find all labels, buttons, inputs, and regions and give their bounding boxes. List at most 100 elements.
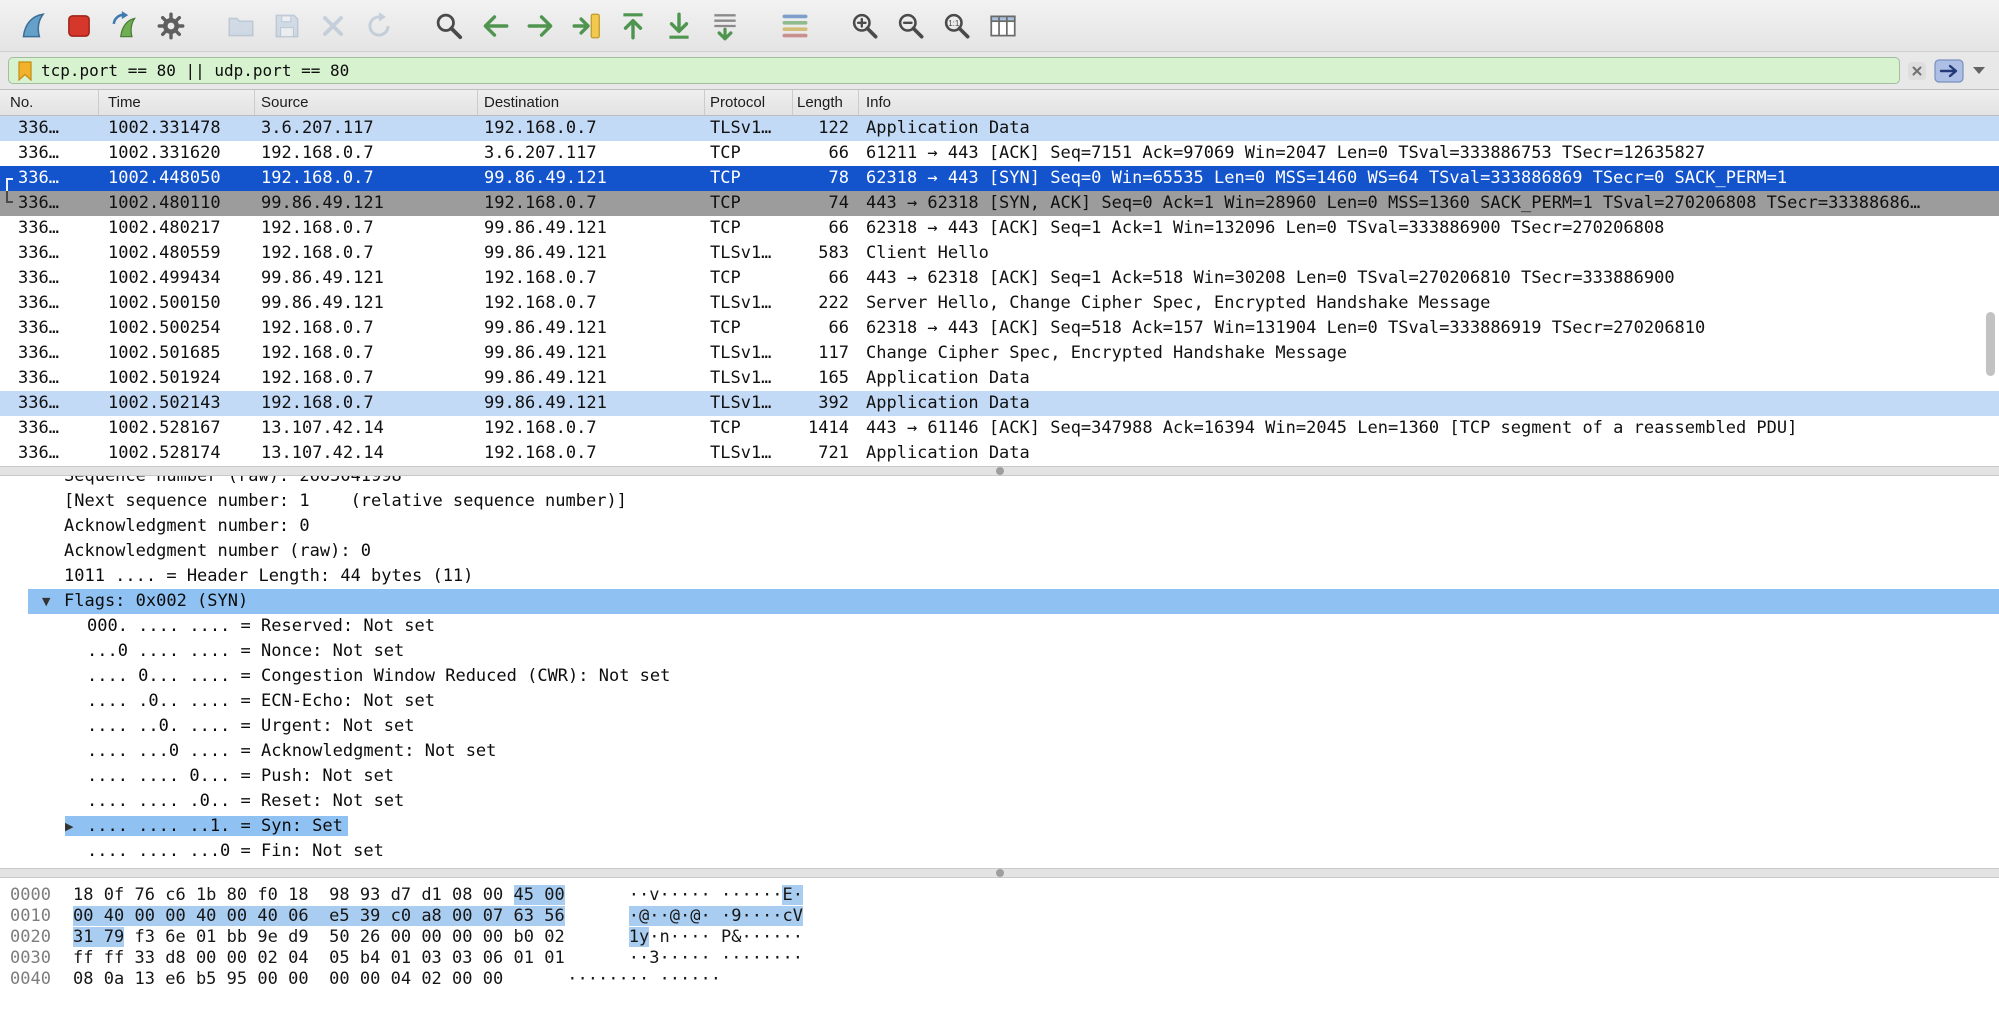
go-to-top-button[interactable]: [610, 3, 656, 49]
destination-cell: 99.86.49.121: [478, 166, 705, 191]
detail-line[interactable]: ...0 .... .... = Nonce: Not set: [28, 639, 1999, 664]
packet-row[interactable]: 336…1002.49943499.86.49.121192.168.0.7TC…: [0, 266, 1999, 291]
zoom-out-button[interactable]: [888, 3, 934, 49]
packet-row[interactable]: 336…1002.331620192.168.0.73.6.207.117TCP…: [0, 141, 1999, 166]
hex-row[interactable]: 000018 0f 76 c6 1b 80 f0 18 98 93 d7 d1 …: [0, 885, 1999, 906]
zoom-reset-button[interactable]: 1:1: [934, 3, 980, 49]
restart-capture-button[interactable]: [102, 3, 148, 49]
find-packet-button[interactable]: [426, 3, 472, 49]
detail-line[interactable]: .... 0... .... = Congestion Window Reduc…: [28, 664, 1999, 689]
expand-icon[interactable]: ▶: [65, 814, 87, 839]
detail-text: .... 0... .... = Congestion Window Reduc…: [87, 666, 670, 686]
detail-text: .... .... .0.. = Reset: Not set: [87, 791, 404, 811]
detail-line[interactable]: .... ..0. .... = Urgent: Not set: [28, 714, 1999, 739]
save-file-icon: [271, 10, 303, 42]
length-cell: 122: [793, 116, 859, 141]
detail-line[interactable]: Acknowledgment number (raw): 0: [28, 539, 1999, 564]
packet-list-scrollbar[interactable]: [1986, 312, 1995, 376]
go-to-top-icon: [617, 10, 649, 42]
go-back-button[interactable]: [472, 3, 518, 49]
protocol-cell: TCP: [705, 266, 793, 291]
column-header-info[interactable]: Info: [859, 90, 1999, 115]
detail-line[interactable]: .... ...0 .... = Acknowledgment: Not set: [28, 739, 1999, 764]
auto-scroll-icon: [709, 10, 741, 42]
packet-row[interactable]: 336…1002.501924192.168.0.799.86.49.121TL…: [0, 366, 1999, 391]
detail-line[interactable]: Acknowledgment number: 0: [28, 514, 1999, 539]
packet-row[interactable]: 336…1002.48011099.86.49.121192.168.0.7TC…: [0, 191, 1999, 216]
packet-row[interactable]: 336…1002.480217192.168.0.799.86.49.121TC…: [0, 216, 1999, 241]
hex-ascii: ·@··@·@· ·9····cV: [629, 906, 803, 926]
source-cell: 13.107.42.14: [255, 441, 478, 466]
packet-row[interactable]: 336…1002.448050192.168.0.799.86.49.121TC…: [0, 166, 1999, 191]
detail-line[interactable]: .... .... .0.. = Reset: Not set: [28, 789, 1999, 814]
apply-filter-button[interactable]: [1934, 59, 1964, 83]
detail-line[interactable]: 000. .... .... = Reserved: Not set: [28, 614, 1999, 639]
pane-splitter-top[interactable]: [0, 466, 1999, 476]
column-header-time[interactable]: Time: [99, 90, 255, 115]
display-filter-input[interactable]: tcp.port == 80 || udp.port == 80: [8, 57, 1900, 84]
go-to-bottom-button[interactable]: [656, 3, 702, 49]
pane-splitter-bottom[interactable]: [0, 868, 1999, 878]
info-cell: 443 → 62318 [SYN, ACK] Seq=0 Ack=1 Win=2…: [859, 191, 1999, 216]
detail-line[interactable]: ▶.... .... ..1. = Syn: Set: [28, 814, 1999, 839]
go-forward-button[interactable]: [518, 3, 564, 49]
detail-text: Flags: 0x002 (SYN): [64, 591, 248, 611]
start-capture-icon: [17, 10, 49, 42]
packet-row[interactable]: 336…1002.3314783.6.207.117192.168.0.7TLS…: [0, 116, 1999, 141]
resize-columns-button[interactable]: [980, 3, 1026, 49]
detail-text: ...0 .... .... = Nonce: Not set: [87, 641, 404, 661]
detail-line[interactable]: .... .... 0... = Push: Not set: [28, 764, 1999, 789]
hex-row[interactable]: 002031 79 f3 6e 01 bb 9e d9 50 26 00 00 …: [0, 927, 1999, 948]
length-cell: 66: [793, 141, 859, 166]
no-cell: 336…: [0, 191, 99, 216]
no-cell: 336…: [0, 416, 99, 441]
packet-bytes-pane: 000018 0f 76 c6 1b 80 f0 18 98 93 d7 d1 …: [0, 878, 1999, 1018]
capture-options-button[interactable]: [148, 3, 194, 49]
protocol-cell: TCP: [705, 166, 793, 191]
column-header-length[interactable]: Length: [793, 90, 859, 115]
column-header-no[interactable]: No.: [0, 90, 99, 115]
packet-row[interactable]: 336…1002.52817413.107.42.14192.168.0.7TL…: [0, 441, 1999, 466]
auto-scroll-button[interactable]: [702, 3, 748, 49]
info-cell: Application Data: [859, 366, 1999, 391]
detail-line[interactable]: .... .... ...0 = Fin: Not set: [28, 839, 1999, 864]
packet-row[interactable]: 336…1002.50015099.86.49.121192.168.0.7TL…: [0, 291, 1999, 316]
packet-row[interactable]: 336…1002.500254192.168.0.799.86.49.121TC…: [0, 316, 1999, 341]
colorize-button[interactable]: [772, 3, 818, 49]
start-capture-button[interactable]: [10, 3, 56, 49]
time-cell: 1002.480559: [99, 241, 255, 266]
protocol-cell: TLSv1…: [705, 241, 793, 266]
restart-capture-icon: [109, 10, 141, 42]
info-cell: 62318 → 443 [ACK] Seq=1 Ack=1 Win=132096…: [859, 216, 1999, 241]
detail-line[interactable]: .... .0.. .... = ECN-Echo: Not set: [28, 689, 1999, 714]
info-cell: Application Data: [859, 391, 1999, 416]
hex-ascii: ········ ······: [567, 969, 721, 989]
filter-bookmark-icon[interactable]: [16, 61, 34, 81]
collapse-icon[interactable]: ▼: [42, 589, 64, 614]
info-cell: Server Hello, Change Cipher Spec, Encryp…: [859, 291, 1999, 316]
filter-dropdown-chevron[interactable]: [1973, 67, 1985, 74]
go-to-packet-button[interactable]: [564, 3, 610, 49]
packet-details-pane: Sequence number (raw): 2605041998 [Next s…: [0, 476, 1999, 868]
detail-text: Sequence number (raw): 2605041998: [64, 476, 402, 486]
packet-row[interactable]: 336…1002.52816713.107.42.14192.168.0.7TC…: [0, 416, 1999, 441]
packet-list-header: No.TimeSourceDestinationProtocolLengthIn…: [0, 90, 1999, 116]
related-packet-mark: [6, 191, 13, 203]
packet-row[interactable]: 336…1002.501685192.168.0.799.86.49.121TL…: [0, 341, 1999, 366]
hex-row[interactable]: 0030ff ff 33 d8 00 00 02 04 05 b4 01 03 …: [0, 948, 1999, 969]
detail-line[interactable]: Sequence number (raw): 2605041998: [28, 476, 1999, 489]
detail-line[interactable]: [Next sequence number: 1 (relative seque…: [28, 489, 1999, 514]
zoom-in-button[interactable]: [842, 3, 888, 49]
packet-row[interactable]: 336…1002.502143192.168.0.799.86.49.121TL…: [0, 391, 1999, 416]
detail-line[interactable]: 1011 .... = Header Length: 44 bytes (11): [28, 564, 1999, 589]
hex-row[interactable]: 004008 0a 13 e6 b5 95 00 00 00 00 04 02 …: [0, 969, 1999, 990]
stop-capture-button[interactable]: [56, 3, 102, 49]
detail-line[interactable]: ▼Flags: 0x002 (SYN): [28, 589, 1999, 614]
hex-row[interactable]: 001000 40 00 00 40 00 40 06 e5 39 c0 a8 …: [0, 906, 1999, 927]
packet-row[interactable]: 336…1002.480559192.168.0.799.86.49.121TL…: [0, 241, 1999, 266]
column-header-destination[interactable]: Destination: [478, 90, 705, 115]
column-header-source[interactable]: Source: [255, 90, 478, 115]
hex-offset: 0040: [10, 969, 73, 990]
clear-filter-icon[interactable]: [1907, 61, 1927, 81]
column-header-protocol[interactable]: Protocol: [705, 90, 793, 115]
